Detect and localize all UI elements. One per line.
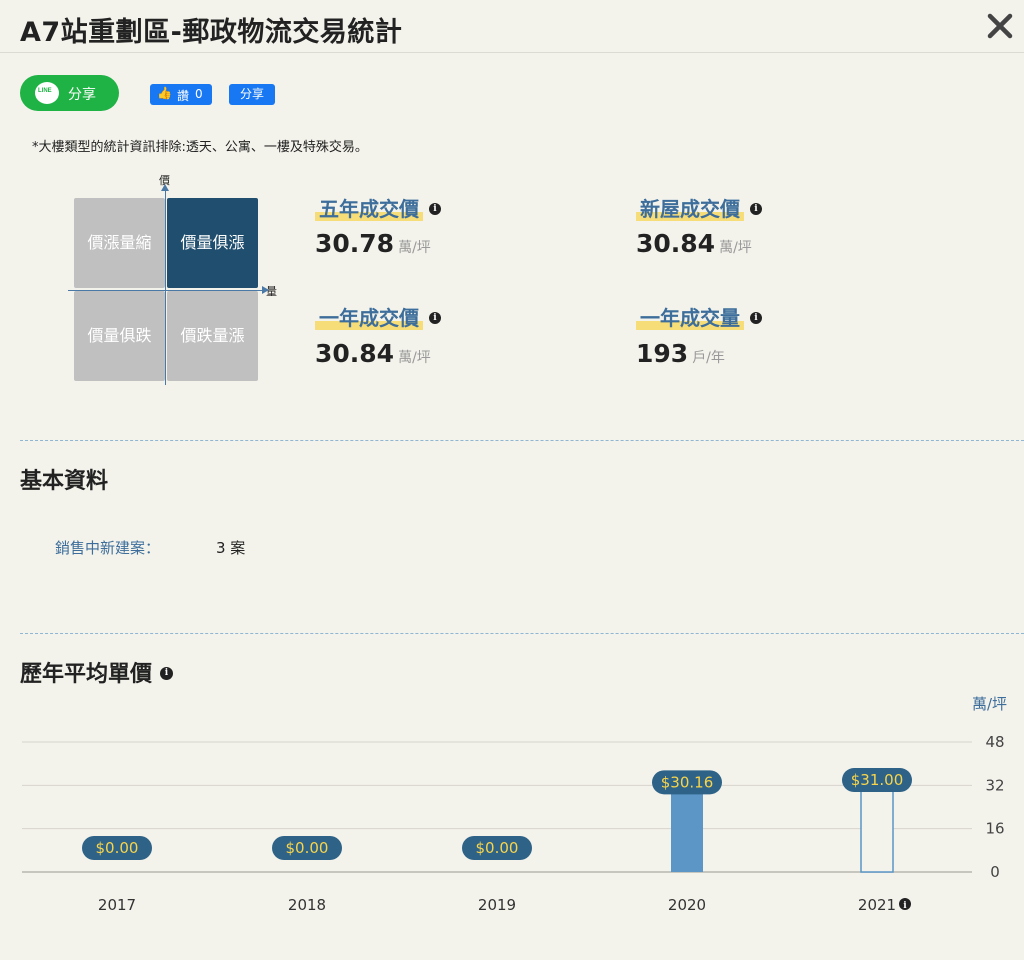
history-title: 歷年平均單價 i <box>20 656 174 688</box>
value-label: $0.00 <box>476 839 519 857</box>
five-year-price-title: 五年成交價 i <box>315 193 441 222</box>
header-bar: A7站重劃區-郵政物流交易統計 <box>0 0 1024 53</box>
y-tick-label: 16 <box>985 820 1004 838</box>
five-year-price-title-text: 五年成交價 <box>315 197 423 221</box>
section-divider <box>20 633 1024 634</box>
bar <box>671 790 703 872</box>
x-tick-label: 2019 <box>478 896 516 914</box>
new-house-price-value: 30.84 萬/坪 <box>636 229 752 258</box>
fb-share-button[interactable]: 分享 <box>229 84 275 105</box>
value-label: $30.16 <box>661 773 714 791</box>
close-icon <box>987 13 1013 39</box>
x-tick-label: 2018 <box>288 896 326 914</box>
y-tick-label: 48 <box>985 733 1004 751</box>
info-icon[interactable]: i <box>429 202 441 215</box>
x-tick-label: 2017 <box>98 896 136 914</box>
five-year-price-number: 30.78 <box>315 229 395 258</box>
volume-axis-line <box>68 290 266 291</box>
five-year-price-unit: 萬/坪 <box>398 240 431 256</box>
new-house-price-number: 30.84 <box>636 229 716 258</box>
one-year-price-unit: 萬/坪 <box>398 350 431 366</box>
one-year-price-value: 30.84 萬/坪 <box>315 339 431 368</box>
five-year-price-value: 30.78 萬/坪 <box>315 229 431 258</box>
y-tick-label: 0 <box>990 863 1000 881</box>
line-logo-text: LINE <box>38 88 52 94</box>
section-divider <box>20 440 1024 441</box>
y-tick-label: 32 <box>985 776 1004 794</box>
new-house-price-title: 新屋成交價 i <box>636 193 762 222</box>
one-year-price-title: 一年成交價 i <box>315 302 441 331</box>
one-year-volume-title-text: 一年成交量 <box>636 306 744 330</box>
value-label: $31.00 <box>851 771 904 789</box>
price-history-chart: 0 16 32 48 $0.00 2017 $0.00 2018 $0.00 2019 $30.16… <box>22 733 1005 914</box>
quadrant-price-volume-down: 價量俱跌 <box>74 291 165 381</box>
line-icon: LINE <box>35 82 59 104</box>
quadrant-price-down-volume-up: 價跌量漲 <box>167 291 258 381</box>
history-title-text: 歷年平均單價 <box>20 662 153 687</box>
type-note: *大樓類型的統計資訊排除:透天、公寓、一樓及特殊交易。 <box>32 140 368 155</box>
bar <box>860 787 894 873</box>
quadrant-price-volume-up: 價量俱漲 <box>167 198 258 288</box>
price-axis-line <box>165 188 166 385</box>
close-button[interactable] <box>984 6 1016 44</box>
info-icon-glyph: i <box>903 901 907 911</box>
selling-projects-value: 3 案 <box>216 539 246 557</box>
thumbs-up-icon: 👍 <box>157 86 172 100</box>
new-house-price-unit: 萬/坪 <box>719 240 752 256</box>
line-share-button[interactable]: LINE 分享 <box>20 75 119 111</box>
fb-like-button[interactable]: 👍 讚 0 <box>150 84 212 105</box>
page-title: A7站重劃區-郵政物流交易統計 <box>20 17 403 48</box>
one-year-price-number: 30.84 <box>315 339 395 368</box>
one-year-price-title-text: 一年成交價 <box>315 306 423 330</box>
value-label: $0.00 <box>96 839 139 857</box>
info-icon[interactable]: i <box>750 202 762 215</box>
info-icon[interactable]: i <box>160 666 174 680</box>
fb-like-count: 0 <box>195 87 203 101</box>
info-icon[interactable]: i <box>429 311 441 324</box>
one-year-volume-title: 一年成交量 i <box>636 302 762 331</box>
chart-unit-label: 萬/坪 <box>972 695 1008 713</box>
info-icon[interactable]: i <box>750 311 762 324</box>
line-share-label: 分享 <box>68 87 96 103</box>
x-tick-label: 2021 <box>858 896 896 914</box>
fb-like-label: 讚 <box>177 89 190 103</box>
volume-axis-arrow <box>262 286 269 294</box>
value-label: $0.00 <box>286 839 329 857</box>
selling-projects-label: 銷售中新建案： <box>55 539 161 557</box>
x-tick-label: 2020 <box>668 896 706 914</box>
new-house-price-title-text: 新屋成交價 <box>636 197 744 221</box>
basic-info-title: 基本資料 <box>20 469 109 494</box>
price-axis-arrow <box>161 184 169 191</box>
one-year-volume-value: 193 戶/年 <box>636 339 725 368</box>
one-year-volume-number: 193 <box>636 339 689 368</box>
one-year-volume-unit: 戶/年 <box>692 350 725 366</box>
quadrant-price-up-volume-down: 價漲量縮 <box>74 198 165 288</box>
